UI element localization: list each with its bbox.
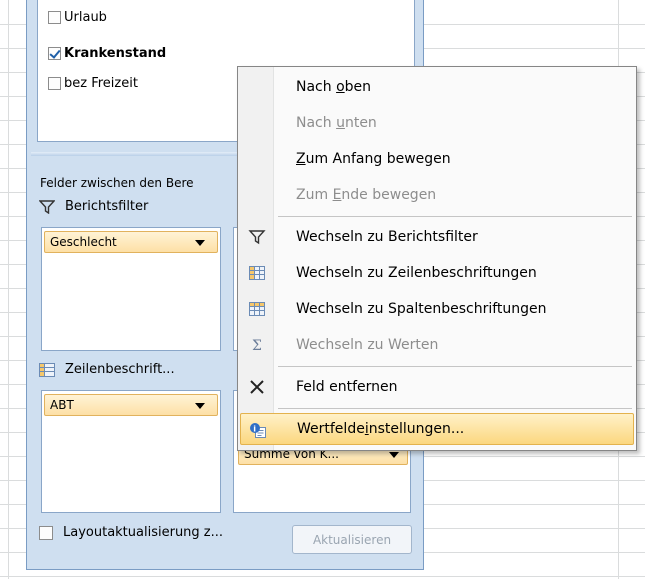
menu-separator <box>278 366 632 367</box>
row-labels-chip[interactable]: ABT <box>44 394 218 416</box>
chip-label: ABT <box>50 398 74 412</box>
svg-text:Σ: Σ <box>252 338 262 353</box>
report-filter-chip[interactable]: Geschlecht <box>44 231 218 253</box>
menu-item-label: Nach unten <box>296 115 377 131</box>
menu-item-move-down: Nach unten <box>240 107 634 139</box>
row-labels-area[interactable]: ABT <box>41 390 221 513</box>
chip-label: Geschlecht <box>50 235 117 249</box>
svg-text:i: i <box>253 424 256 433</box>
menu-item-remove-field[interactable]: Feld entfernen <box>240 371 634 403</box>
menu-item-move-to-beginning[interactable]: Zum Anfang bewegen <box>240 143 634 175</box>
field-item-urlaub[interactable]: Urlaub <box>48 8 107 26</box>
report-filter-label: Berichtsfilter <box>65 199 149 214</box>
defer-layout-update[interactable]: Layoutaktualisierung z... <box>39 525 223 540</box>
filter-icon <box>248 229 266 245</box>
chevron-down-icon[interactable] <box>195 240 205 246</box>
menu-item-move-to-values: Σ Wechseln zu Werten <box>240 329 634 361</box>
update-button: Aktualisieren <box>292 525 412 554</box>
row-labels-title: Zeilenbeschrift... <box>39 362 175 377</box>
field-item-bez-freizeit[interactable]: bez Freizeit <box>48 74 138 92</box>
column-labels-icon <box>248 301 266 317</box>
menu-item-move-up[interactable]: Nach oben <box>240 71 634 103</box>
row-labels-icon <box>39 362 55 377</box>
remove-x-icon <box>248 379 266 395</box>
chevron-down-icon[interactable] <box>389 452 399 458</box>
menu-item-move-to-end: Zum Ende bewegen <box>240 179 634 211</box>
filter-icon <box>38 199 56 214</box>
menu-item-label: Wechseln zu Spaltenbeschriftungen <box>296 301 547 317</box>
report-filter-area[interactable]: Geschlecht <box>41 227 221 351</box>
field-context-menu: Nach oben Nach unten Zum Anfang bewegen … <box>237 66 637 451</box>
field-checkbox[interactable] <box>48 46 61 60</box>
value-field-settings-icon: i <box>249 422 267 438</box>
menu-separator <box>278 408 632 409</box>
sigma-icon: Σ <box>248 337 266 354</box>
field-checkbox[interactable] <box>48 10 61 24</box>
defer-layout-label: Layoutaktualisierung z... <box>63 525 224 540</box>
row-labels-icon <box>248 265 266 281</box>
menu-separator <box>278 216 632 217</box>
menu-item-label: Feld entfernen <box>296 379 398 395</box>
defer-layout-checkbox[interactable] <box>39 525 53 540</box>
menu-item-label: Zum Anfang bewegen <box>296 151 451 167</box>
menu-item-move-to-report-filter[interactable]: Wechseln zu Berichtsfilter <box>240 221 634 253</box>
menu-item-move-to-column-labels[interactable]: Wechseln zu Spaltenbeschriftungen <box>240 293 634 325</box>
report-filter-title: Berichtsfilter <box>38 199 149 214</box>
menu-item-value-field-settings[interactable]: i Wertfeldeinstellungen... <box>240 413 634 445</box>
menu-item-label: Wechseln zu Berichtsfilter <box>296 229 478 245</box>
field-checkbox[interactable] <box>48 76 61 90</box>
row-labels-label: Zeilenbeschrift... <box>65 362 175 377</box>
field-label: Krankenstand <box>64 45 167 61</box>
menu-item-label: Wechseln zu Werten <box>296 337 439 353</box>
menu-item-move-to-row-labels[interactable]: Wechseln zu Zeilenbeschriftungen <box>240 257 634 289</box>
field-label: Urlaub <box>64 9 107 25</box>
menu-item-label: Wechseln zu Zeilenbeschriftungen <box>296 265 537 281</box>
menu-item-label: Zum Ende bewegen <box>296 187 437 203</box>
field-label: bez Freizeit <box>64 75 138 91</box>
chevron-down-icon[interactable] <box>195 403 205 409</box>
menu-item-label: Nach oben <box>296 79 372 95</box>
drag-fields-label: Felder zwischen den Bere <box>40 176 194 190</box>
field-item-krankenstand[interactable]: Krankenstand <box>48 44 166 62</box>
menu-item-label: Wertfeldeinstellungen... <box>297 421 465 437</box>
